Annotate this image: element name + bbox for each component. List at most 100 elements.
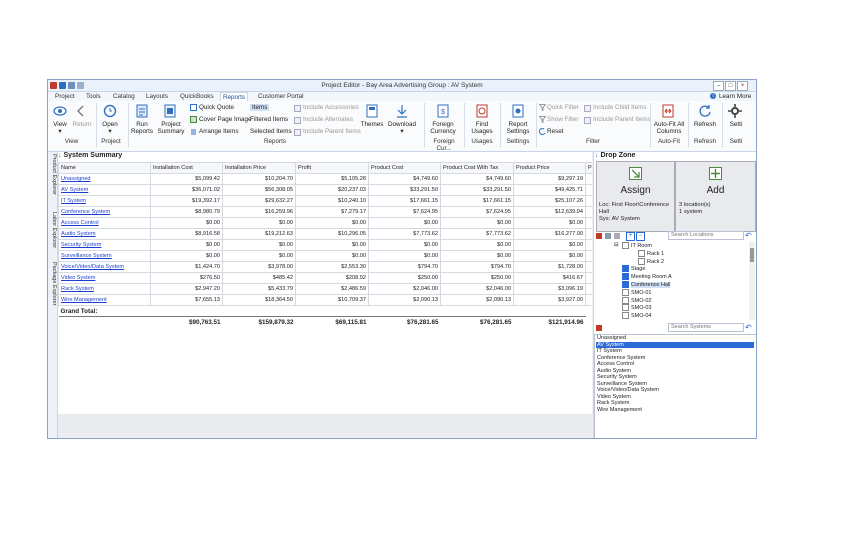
- system-name-link[interactable]: Video System: [58, 272, 151, 284]
- tab-labor-explorer[interactable]: Labor Explorer: [48, 212, 57, 248]
- tree-scrollbar[interactable]: [749, 242, 755, 320]
- include-accessories-checkbox[interactable]: [294, 105, 301, 112]
- filter-include-parent-items-checkbox[interactable]: [584, 117, 591, 124]
- selected-items-option[interactable]: Selected Items: [250, 128, 292, 135]
- settings-button[interactable]: Setti: [724, 121, 748, 128]
- clear-search-icon[interactable]: ↶: [745, 323, 752, 332]
- table-row[interactable]: Wire Management $7,655.13 $18,364.50 $10,70…: [58, 294, 593, 306]
- column-header[interactable]: Profit: [295, 162, 369, 174]
- system-name-link[interactable]: Rack System: [58, 283, 151, 295]
- include-child-items-checkbox[interactable]: [584, 105, 591, 112]
- table-row[interactable]: Security System $0.00 $0.00 $0.00 $0.00 $0.00…: [58, 239, 593, 251]
- download-button[interactable]: Download: [386, 121, 418, 128]
- system-name-link[interactable]: Wire Management: [58, 294, 151, 306]
- system-name-link[interactable]: Audio System: [58, 228, 151, 240]
- table-row[interactable]: Audio System $8,916.58 $19,212.63 $10,296.0…: [58, 228, 593, 240]
- tree-item[interactable]: SMO-01: [622, 288, 651, 296]
- assign-tile[interactable]: Assign Loc: First Floor\Conference Hall …: [596, 161, 675, 232]
- find-usages-button[interactable]: Find Usages: [466, 121, 498, 135]
- view-button[interactable]: View: [50, 121, 70, 128]
- table-row[interactable]: Rack System $2,947.20 $5,433.79 $2,486.59 $2…: [58, 283, 593, 295]
- column-header[interactable]: Product Cost: [368, 162, 441, 174]
- project-summary-button[interactable]: Project Summary: [156, 121, 186, 135]
- report-settings-button[interactable]: Report Settings: [502, 121, 534, 135]
- system-name-link[interactable]: IT System: [58, 195, 151, 207]
- horizontal-scrollbar[interactable]: [58, 433, 592, 438]
- tree-item[interactable]: Rack 1: [638, 249, 664, 257]
- tree-item[interactable]: Stage: [622, 265, 645, 273]
- grid-view-icon[interactable]: [605, 233, 611, 239]
- system-name-link[interactable]: Voice/Video/Data System: [58, 261, 151, 273]
- tab-package-explorer[interactable]: Package Explorer: [48, 262, 57, 305]
- tree-scroll-thumb[interactable]: [750, 248, 754, 262]
- tree-item[interactable]: SMO-03: [622, 304, 651, 312]
- tab-quickbooks[interactable]: QuickBooks: [178, 92, 216, 101]
- tab-tools[interactable]: Tools: [84, 92, 103, 101]
- tree-item[interactable]: Meeting Room A: [622, 273, 672, 281]
- tree-item[interactable]: SMO-02: [622, 296, 651, 304]
- tab-project[interactable]: Project: [53, 92, 77, 101]
- tree-checkbox[interactable]: [622, 296, 629, 304]
- clear-search-icon[interactable]: ↶: [745, 231, 752, 240]
- tree-checkbox[interactable]: [622, 273, 629, 281]
- reset-button[interactable]: Reset: [547, 128, 563, 135]
- table-row[interactable]: Surveillance System $0.00 $0.00 $0.00 $0.00 $…: [58, 250, 593, 262]
- include-parent-items-checkbox[interactable]: [294, 129, 301, 136]
- system-name-link[interactable]: Unassigned: [58, 173, 151, 185]
- system-name-link[interactable]: Conference System: [58, 206, 151, 218]
- run-reports-button[interactable]: Run Reports: [128, 121, 156, 135]
- foreign-currency-button[interactable]: Foreign Currency: [426, 121, 460, 135]
- quick-filter-button[interactable]: Quick Filter: [547, 104, 579, 111]
- column-header[interactable]: Product Price: [513, 162, 586, 174]
- tab-catalog[interactable]: Catalog: [111, 92, 137, 101]
- tree-expander-icon[interactable]: ⊟: [614, 242, 619, 248]
- tab-layouts[interactable]: Layouts: [144, 92, 170, 101]
- system-name-link[interactable]: Surveillance System: [58, 250, 151, 262]
- tree-checkbox[interactable]: [622, 265, 629, 273]
- tree-checkbox[interactable]: [622, 288, 629, 296]
- system-list-item[interactable]: Wire Management: [596, 407, 754, 414]
- table-row[interactable]: Access Control $0.00 $0.00 $0.00 $0.00 $0.00 $…: [58, 217, 593, 229]
- collapse-arrow-icon[interactable]: ↓: [595, 152, 599, 159]
- open-button[interactable]: Open: [98, 121, 122, 128]
- tab-customer-portal[interactable]: Customer Portal: [256, 92, 306, 101]
- tab-product-explorer[interactable]: Product Explorer: [48, 154, 57, 195]
- table-row[interactable]: Unassigned $5,099.42 $10,204.70 $5,105.28 $4…: [58, 173, 593, 185]
- filtered-items-option[interactable]: Filtered Items: [250, 116, 288, 123]
- items-option[interactable]: Items: [250, 104, 270, 111]
- system-name-link[interactable]: Security System: [58, 239, 151, 251]
- tree-checkbox[interactable]: [622, 281, 629, 288]
- minimize-button[interactable]: –: [713, 81, 724, 91]
- themes-button[interactable]: Themes: [360, 121, 384, 128]
- learn-more-link[interactable]: Learn More: [719, 93, 751, 100]
- column-header[interactable]: Installation Cost: [150, 162, 223, 174]
- table-row[interactable]: AV System $36,071.02 $56,308.05 $20,237.03 $…: [58, 184, 593, 196]
- close-button[interactable]: ×: [737, 81, 748, 91]
- include-alternates-checkbox[interactable]: [294, 117, 301, 124]
- tree-item[interactable]: IT Room: [622, 242, 652, 249]
- table-row[interactable]: Video System $276.50 $485.42 $208.92 $250.00…: [58, 272, 593, 284]
- quick-quote-button[interactable]: Quick Quote: [199, 104, 234, 111]
- collapse-all-icon[interactable]: −: [636, 232, 645, 241]
- show-filter-button[interactable]: Show Filter: [547, 116, 579, 123]
- search-locations-input[interactable]: [668, 231, 744, 240]
- tree-checkbox[interactable]: [622, 304, 629, 312]
- add-tile[interactable]: Add 3 location(s) 1 system: [675, 161, 756, 232]
- table-row[interactable]: Voice/Video/Data System $1,424.70 $3,978.0…: [58, 261, 593, 273]
- location-icon[interactable]: [596, 233, 602, 239]
- tree-checkbox[interactable]: [638, 257, 645, 265]
- collapse-arrow-icon[interactable]: ↓: [58, 152, 62, 159]
- column-header[interactable]: Name: [58, 162, 151, 174]
- tree-checkbox[interactable]: [638, 249, 645, 257]
- tree-item[interactable]: Conference Hall: [622, 281, 671, 288]
- tree-item[interactable]: Rack 2: [638, 257, 664, 265]
- table-row[interactable]: Conference System $8,980.79 $16,259.96 $7,2…: [58, 206, 593, 218]
- column-header[interactable]: Installation Price: [222, 162, 296, 174]
- refresh-button[interactable]: Refresh: [690, 121, 720, 128]
- maximize-button[interactable]: □: [725, 81, 736, 91]
- column-header[interactable]: Product Cost With Tax: [440, 162, 514, 174]
- arrange-items-button[interactable]: Arrange Items: [199, 128, 239, 135]
- system-name-link[interactable]: AV System: [58, 184, 151, 196]
- tree-item[interactable]: SMO-04: [622, 312, 651, 320]
- tree-checkbox[interactable]: [622, 312, 629, 320]
